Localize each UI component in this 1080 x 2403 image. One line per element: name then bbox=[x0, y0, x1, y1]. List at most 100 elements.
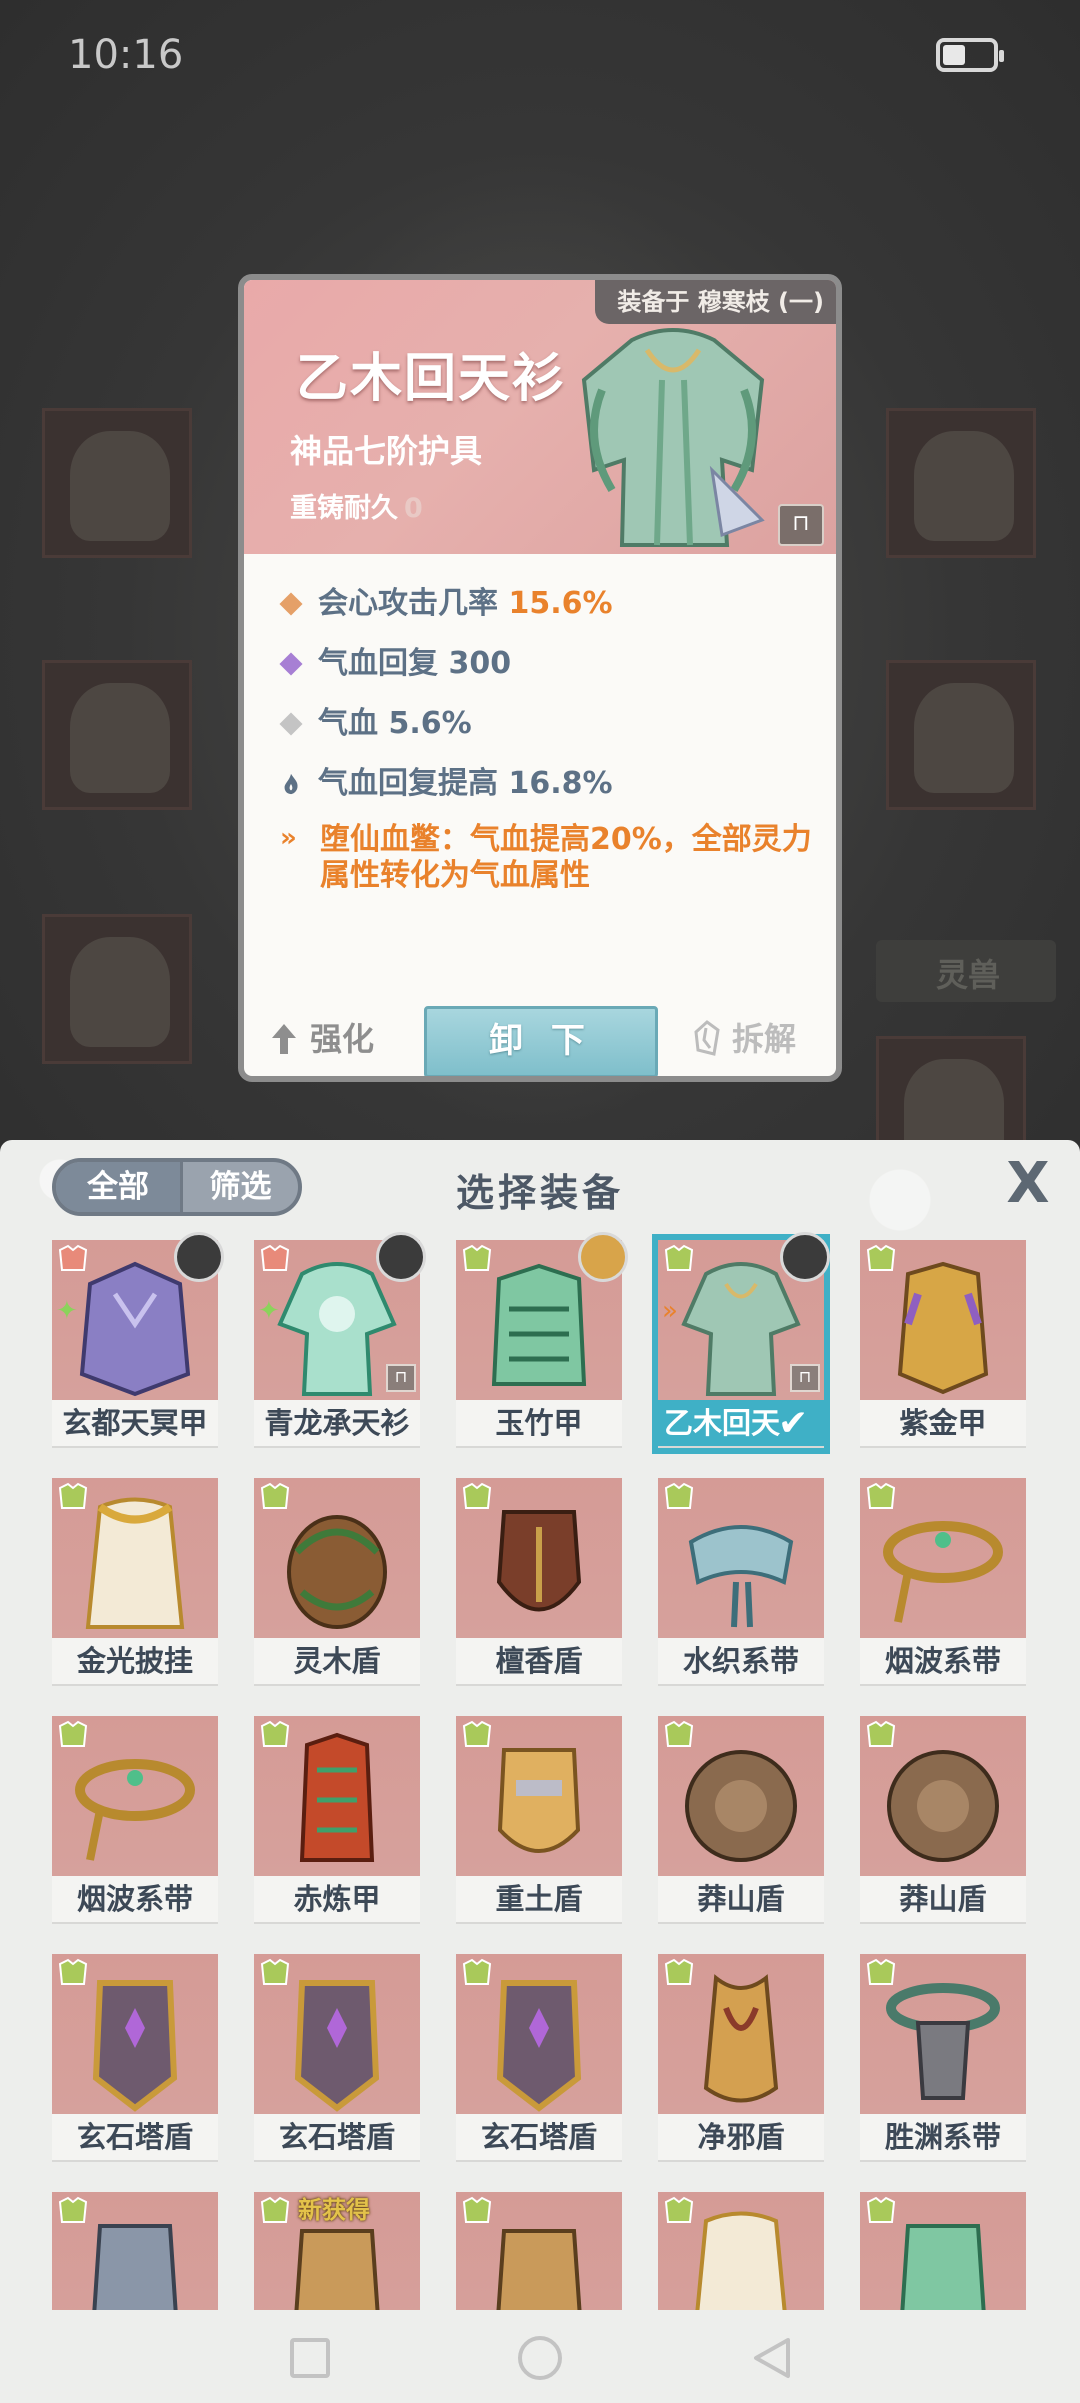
tab-filter[interactable]: 筛选 bbox=[180, 1162, 298, 1212]
diamond-orange-icon bbox=[279, 592, 303, 616]
equipment-tile[interactable]: 重土盾 bbox=[456, 1716, 622, 1924]
status-time: 10:16 bbox=[68, 32, 184, 78]
special-effect-icon: » bbox=[662, 1296, 678, 1326]
stat-regen: 气血回复 300 bbox=[279, 638, 511, 682]
diamond-gray-icon bbox=[279, 712, 303, 736]
equipment-select-sheet: 全部 筛选 选择装备 X ✦ 玄都天冥甲 ✦ ⊓ 青龙承天衫 玉竹甲 » ⊓ 乙… bbox=[0, 1140, 1080, 2403]
equipment-tile[interactable]: ✦ ⊓ 青龙承天衫 bbox=[254, 1232, 426, 1448]
equipment-tile[interactable]: 新获得 bbox=[254, 2192, 420, 2310]
armor-icon bbox=[897, 1261, 989, 1395]
belt-icon bbox=[883, 1521, 1003, 1623]
tower-shield-icon bbox=[294, 1980, 380, 2112]
equipment-tile[interactable]: 烟波系带 bbox=[860, 1478, 1026, 1686]
avatar bbox=[376, 1232, 426, 1282]
armor-slot-icon bbox=[462, 1482, 492, 1509]
armor-slot-icon bbox=[664, 1482, 694, 1509]
back-button[interactable] bbox=[750, 2336, 794, 2380]
tower-shield-icon bbox=[496, 1980, 582, 2112]
gem-icon: ✦ bbox=[56, 1296, 78, 1326]
equipment-tile[interactable]: 金光披挂 bbox=[52, 1478, 218, 1686]
robe-icon bbox=[681, 1262, 801, 1396]
tab-all[interactable]: 全部 bbox=[56, 1162, 180, 1212]
equipment-tile[interactable]: 水织系带 bbox=[658, 1478, 824, 1686]
armor-slot-icon bbox=[462, 1244, 492, 1271]
special-effect: » 堕仙血鳖：气血提高20%，全部灵力属性转化为气血属性 bbox=[280, 822, 812, 893]
armor-slot-icon bbox=[260, 1720, 290, 1747]
accessory-slot bbox=[886, 408, 1036, 558]
lock-icon: ⊓ bbox=[386, 1364, 416, 1392]
equipment-tile[interactable] bbox=[860, 2192, 1026, 2310]
armor-slot-icon bbox=[260, 1958, 290, 1985]
equipment-tile[interactable]: 灵木盾 bbox=[254, 1478, 420, 1686]
durability: 重铸耐久 0 bbox=[290, 493, 423, 524]
equipment-tile[interactable]: 烟波系带 bbox=[52, 1716, 218, 1924]
shield-icon bbox=[287, 1515, 387, 1629]
item-grade: 神品七阶护具 bbox=[290, 432, 483, 470]
armor-slot-icon bbox=[58, 1958, 88, 1985]
card-actions: 强化 卸 下 拆解 bbox=[244, 970, 836, 1076]
belt-icon bbox=[75, 1759, 195, 1861]
enhance-button[interactable]: 强化 bbox=[270, 1014, 374, 1060]
equipment-tile[interactable]: 玉竹甲 bbox=[456, 1232, 628, 1448]
equipment-tile[interactable]: ✦ 玄都天冥甲 bbox=[52, 1232, 224, 1448]
armor-slot-icon bbox=[664, 1720, 694, 1747]
armor-slot bbox=[42, 660, 192, 810]
new-tag: 新获得 bbox=[298, 2196, 370, 2224]
armor-slot-icon bbox=[866, 2196, 896, 2223]
armor-slot-icon bbox=[260, 2196, 290, 2223]
equipment-tile[interactable]: 檀香盾 bbox=[456, 1478, 622, 1686]
lock-icon[interactable]: ⊓ bbox=[778, 504, 824, 546]
equipment-tile[interactable]: 莽山盾 bbox=[658, 1716, 824, 1924]
belt-icon bbox=[688, 1525, 794, 1628]
armor-icon bbox=[491, 1263, 587, 1386]
equipment-tile[interactable]: 玄石塔盾 bbox=[456, 1954, 622, 2162]
shield-icon bbox=[497, 1748, 581, 1853]
dismantle-button[interactable]: 拆解 bbox=[692, 1014, 796, 1060]
cape-icon bbox=[85, 1497, 185, 1629]
robe-icon bbox=[277, 1262, 397, 1396]
equipment-detail-card: 装备于 穆寒枝 (一) 乙木回天衫 神品七阶护具 重铸耐久 0 ⊓ 会心攻击几率 … bbox=[238, 274, 842, 1082]
flame-icon bbox=[284, 773, 298, 795]
armor-slot-icon bbox=[260, 1482, 290, 1509]
system-nav-bar bbox=[0, 2318, 1080, 2403]
equipment-tile[interactable] bbox=[658, 2192, 824, 2310]
check-icon: ✔ bbox=[778, 1403, 809, 1444]
equipment-tile[interactable]: 玄石塔盾 bbox=[52, 1954, 218, 2162]
tower-shield-icon bbox=[92, 1980, 178, 2112]
equipment-tile[interactable] bbox=[52, 2192, 218, 2310]
armor-slot-icon bbox=[58, 1720, 88, 1747]
filter-segment: 全部 筛选 bbox=[52, 1158, 302, 1216]
ring-slot bbox=[886, 660, 1036, 810]
equipment-tile[interactable]: 净邪盾 bbox=[658, 1954, 824, 2162]
equipment-tile[interactable]: 莽山盾 bbox=[860, 1716, 1026, 1924]
equipment-tile-selected[interactable]: » ⊓ 乙木回天 ✔ bbox=[652, 1232, 830, 1454]
arrow-up-icon bbox=[272, 1024, 296, 1054]
avatar bbox=[174, 1232, 224, 1282]
armor-slot-icon bbox=[260, 1244, 290, 1271]
stat-regen-boost: 气血回复提高 16.8% bbox=[280, 758, 613, 802]
robe-icon bbox=[581, 328, 765, 547]
battery-icon bbox=[936, 38, 1004, 72]
equipment-tile[interactable]: 玄石塔盾 bbox=[254, 1954, 420, 2162]
equipment-tile[interactable]: 紫金甲 bbox=[860, 1240, 1026, 1448]
avatar bbox=[780, 1232, 830, 1282]
close-button[interactable]: X bbox=[1002, 1154, 1054, 1214]
equipment-tile[interactable]: 赤炼甲 bbox=[254, 1716, 420, 1924]
pet-tab: 灵兽 bbox=[876, 940, 1056, 1002]
armor-icon bbox=[299, 1732, 375, 1862]
shield-icon bbox=[685, 1750, 797, 1862]
home-button[interactable] bbox=[518, 2336, 562, 2380]
armor-slot-icon bbox=[866, 1244, 896, 1271]
item-name: 乙木回天衫 bbox=[296, 348, 567, 409]
lock-icon: ⊓ bbox=[790, 1364, 820, 1392]
card-header: 装备于 穆寒枝 (一) 乙木回天衫 神品七阶护具 重铸耐久 0 ⊓ bbox=[244, 280, 836, 554]
shield-icon bbox=[496, 1510, 582, 1612]
recent-apps-button[interactable] bbox=[290, 2338, 330, 2378]
armor-slot-icon bbox=[664, 2196, 694, 2223]
equipment-tile[interactable] bbox=[456, 2192, 622, 2310]
sheet-title: 选择装备 bbox=[456, 1171, 625, 1215]
equipment-tile[interactable]: 胜渊系带 bbox=[860, 1954, 1026, 2162]
unequip-button[interactable]: 卸 下 bbox=[424, 1006, 658, 1076]
shatter-icon bbox=[694, 1020, 720, 1056]
stat-crit: 会心攻击几率 15.6% bbox=[279, 578, 613, 622]
